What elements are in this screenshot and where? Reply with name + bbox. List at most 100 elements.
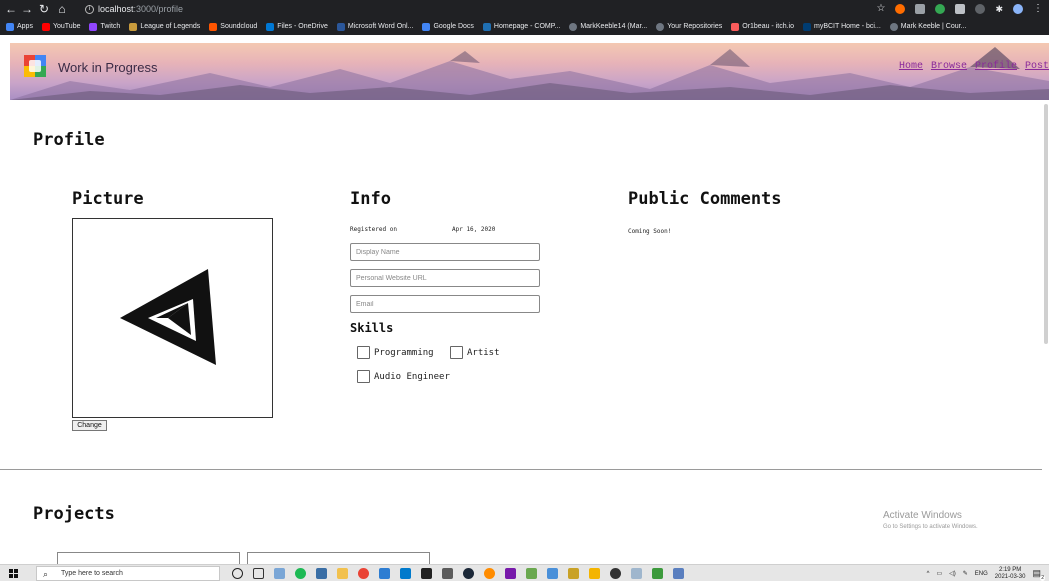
artist-label[interactable]: Artist	[467, 348, 500, 358]
bookmark-soundcloud[interactable]: Soundcloud	[209, 22, 257, 31]
address-row: ← → ↻ ⌂ i localhost:3000/profile ☆ ✱ ⋮	[0, 0, 1049, 18]
home-icon[interactable]: ⌂	[55, 2, 69, 16]
taskbar-clock[interactable]: 2:19 PM 2021-03-30	[995, 567, 1026, 581]
extensions-puzzle-icon[interactable]: ✱	[995, 4, 1003, 14]
notifications-icon[interactable]: ▤ 2	[1032, 568, 1045, 581]
display-name-input[interactable]	[350, 243, 540, 261]
bookmark-twitch[interactable]: Twitch	[89, 22, 120, 31]
scrollbar-thumb[interactable]	[1044, 104, 1048, 344]
bookmark-star-icon[interactable]: ☆	[876, 4, 885, 14]
reload-icon[interactable]: ↻	[37, 2, 51, 16]
taskbar-search-box[interactable]: ⌕ Type here to search	[36, 566, 220, 581]
bookmarks-bar: Apps YouTube Twitch League of Legends So…	[0, 18, 1049, 35]
app-icon[interactable]	[316, 568, 327, 579]
artist-checkbox[interactable]	[450, 346, 463, 359]
site-nav: Home Browse Profile Post	[899, 61, 1049, 72]
bookmark-label: Your Repositories	[667, 23, 723, 30]
app-icon[interactable]	[589, 568, 600, 579]
bookmark-docs[interactable]: Google Docs	[422, 22, 474, 31]
bookmark-repositories[interactable]: Your Repositories	[656, 22, 723, 31]
app-icon[interactable]	[547, 568, 558, 579]
spotify-icon[interactable]	[295, 568, 306, 579]
bookmark-onedrive[interactable]: Files - OneDrive	[266, 22, 328, 31]
bookmark-league[interactable]: League of Legends	[129, 22, 200, 31]
file-explorer-icon[interactable]	[337, 568, 348, 579]
audio-engineer-checkbox[interactable]	[357, 370, 370, 383]
nav-post-link[interactable]: Post	[1025, 61, 1049, 72]
site-title[interactable]: Work in Progress	[58, 60, 157, 75]
docs-icon	[422, 22, 431, 31]
app-icon[interactable]	[442, 568, 453, 579]
site-header: Work in Progress Home Browse Profile Pos…	[10, 43, 1049, 100]
app-icon[interactable]	[568, 568, 579, 579]
clock-date: 2021-03-30	[994, 573, 1026, 580]
bookmark-mybcit[interactable]: myBCIT Home - bci...	[803, 22, 881, 31]
change-picture-button[interactable]: Change	[72, 420, 107, 431]
bookmark-word[interactable]: Microsoft Word Onl...	[336, 22, 414, 31]
onenote-icon[interactable]	[505, 568, 516, 579]
extension-icon[interactable]	[955, 4, 966, 14]
bookmark-courses[interactable]: Mark Keeble | Cour...	[889, 22, 966, 31]
programming-checkbox[interactable]	[357, 346, 370, 359]
bookmark-github-profile[interactable]: MarkKeeble14 (Mar...	[569, 22, 648, 31]
bookmark-itch[interactable]: Or1beau - itch.io	[731, 22, 794, 31]
programming-label[interactable]: Programming	[374, 348, 434, 358]
github-icon	[569, 22, 578, 31]
cortana-icon[interactable]	[232, 568, 243, 579]
task-view-icon[interactable]	[253, 568, 264, 579]
site-logo[interactable]	[24, 55, 46, 77]
clock-time: 2:19 PM	[998, 566, 1022, 573]
app-icon[interactable]	[484, 568, 495, 579]
header-landscape-image	[10, 47, 1049, 100]
extension-icon[interactable]	[915, 4, 926, 14]
chrome-icon[interactable]	[358, 568, 369, 579]
skills-heading: Skills	[350, 321, 394, 335]
photos-app-icon[interactable]	[274, 568, 285, 579]
address-bar[interactable]: i localhost:3000/profile	[85, 3, 183, 16]
extension-icon[interactable]	[935, 4, 946, 14]
app-icon[interactable]	[673, 568, 684, 579]
comments-heading: Public Comments	[628, 189, 782, 209]
vscode-icon[interactable]	[400, 568, 411, 579]
back-icon[interactable]: ←	[4, 2, 18, 16]
project-card[interactable]	[247, 552, 430, 564]
site-info-icon[interactable]: i	[85, 5, 94, 15]
tray-chevron-icon[interactable]: ^	[927, 571, 930, 577]
bcit-icon	[482, 22, 491, 31]
pen-icon[interactable]: ✎	[963, 570, 968, 577]
section-divider	[0, 469, 1049, 470]
bcit-icon	[803, 22, 811, 31]
windows-start-icon[interactable]	[9, 569, 18, 578]
extension-icon[interactable]	[895, 4, 906, 14]
app-icon[interactable]	[652, 568, 663, 579]
profile-avatar-icon[interactable]	[1013, 4, 1023, 14]
forward-icon[interactable]: →	[20, 2, 34, 16]
website-url-input[interactable]	[350, 269, 540, 287]
nav-profile-link[interactable]: Profile	[975, 61, 1017, 72]
bookmark-homepage[interactable]: Homepage - COMP...	[482, 22, 560, 31]
league-icon	[129, 22, 138, 31]
audio-engineer-label[interactable]: Audio Engineer	[374, 372, 450, 382]
email-input[interactable]	[350, 295, 540, 313]
app-icon[interactable]	[610, 568, 621, 579]
bookmark-apps[interactable]: Apps	[6, 22, 33, 31]
app-icon[interactable]	[379, 568, 390, 579]
network-icon[interactable]: ▭	[936, 570, 942, 577]
terminal-icon[interactable]	[421, 568, 432, 579]
nav-browse-link[interactable]: Browse	[931, 61, 967, 72]
bookmark-label: MarkKeeble14 (Mar...	[580, 23, 648, 30]
project-card[interactable]	[57, 552, 240, 564]
github-icon	[889, 22, 898, 31]
volume-icon[interactable]: ◁)	[949, 570, 956, 577]
app-icon[interactable]	[526, 568, 537, 579]
bookmark-label: Microsoft Word Onl...	[347, 23, 414, 30]
bookmark-youtube[interactable]: YouTube	[41, 22, 80, 31]
app-icon[interactable]	[631, 568, 642, 579]
picture-heading: Picture	[72, 189, 144, 209]
language-indicator[interactable]: ENG	[975, 571, 988, 577]
nav-home-link[interactable]: Home	[899, 61, 923, 72]
word-icon	[336, 22, 345, 31]
menu-kebab-icon[interactable]: ⋮	[1033, 4, 1043, 14]
steam-icon[interactable]	[463, 568, 474, 579]
extension-icon[interactable]	[975, 4, 986, 14]
